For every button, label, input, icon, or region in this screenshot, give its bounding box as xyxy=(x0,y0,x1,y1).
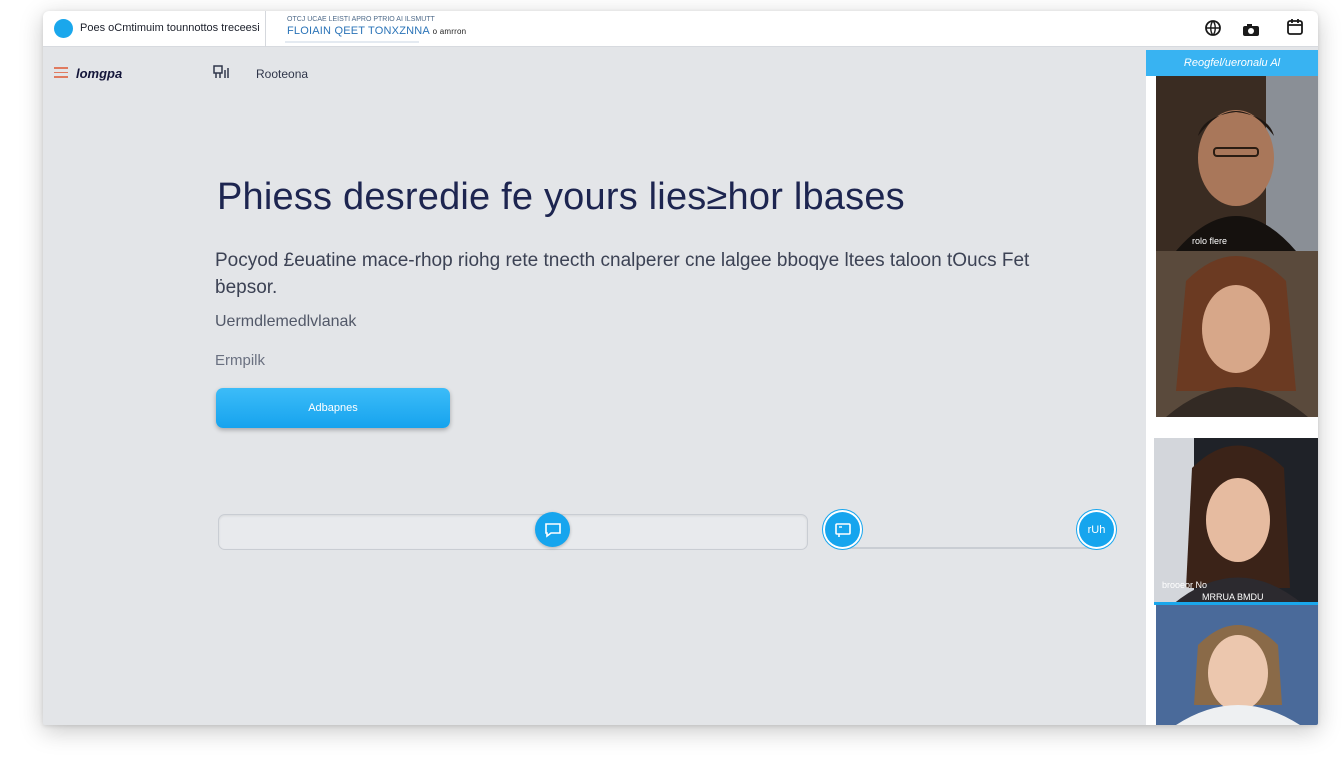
participant-caption: brooeor No xyxy=(1162,580,1208,590)
brand-logo[interactable]: lomgpa xyxy=(76,66,122,81)
chat-icon xyxy=(544,522,562,538)
address-underline xyxy=(285,41,419,43)
participant-caption: rolo flere xyxy=(1192,236,1228,246)
participants-panel: Reogfel/ueronalu Al rolo flere brooeor N… xyxy=(1146,50,1318,725)
panel-header: Reogfel/ueronalu Al xyxy=(1146,50,1318,76)
address-suffix: o amrron xyxy=(432,27,467,36)
field-label: Ermpilk xyxy=(215,352,266,369)
camera-icon[interactable] xyxy=(1242,21,1260,39)
participant-tile[interactable] xyxy=(1156,605,1318,725)
message-button[interactable] xyxy=(825,512,860,547)
page-subtitle: Uermdlemedlvlanak xyxy=(215,313,357,330)
nav-link[interactable]: Rooteona xyxy=(256,67,308,81)
page-description: Pocyod £euatine mace-rhop riohg rete tne… xyxy=(215,250,1030,298)
page-title: Phiess desredie fe yours lies≥hor lbases xyxy=(217,176,905,218)
app-window: Poes oCmtimuim tounnottos treceesi OTCJ … xyxy=(43,11,1318,725)
address-caption: OTCJ UCAE LEISTI APRO PTRIO AI ILSMUTT xyxy=(287,16,435,23)
divider xyxy=(265,11,266,47)
chat-button[interactable] xyxy=(535,512,570,547)
nav-grid-icon[interactable] xyxy=(213,65,229,79)
track-line xyxy=(836,547,1104,549)
address-text: FLOIAIN QEET TONXZNNA xyxy=(287,25,430,37)
tile-spacer xyxy=(1146,417,1318,437)
globe-icon[interactable] xyxy=(1204,19,1222,37)
calendar-icon[interactable] xyxy=(1286,18,1304,36)
participant-tile[interactable] xyxy=(1156,251,1318,417)
menu-icon[interactable] xyxy=(54,67,68,79)
address-bar[interactable]: FLOIAIN QEET TONXZNNA o amrron xyxy=(287,25,466,37)
message-icon xyxy=(834,522,852,538)
participant-caption: MRRUA BMDU xyxy=(1202,592,1264,602)
app-logo-icon[interactable] xyxy=(54,19,73,38)
input-track[interactable] xyxy=(218,514,808,550)
primary-action-button[interactable]: Adbapnes xyxy=(216,388,450,428)
participant-tile[interactable]: brooeor No MRRUA BMDU xyxy=(1154,438,1318,605)
participant-tile[interactable]: rolo flere xyxy=(1156,76,1318,251)
right-action-button[interactable]: rUh xyxy=(1079,512,1114,547)
app-title: Poes oCmtimuim tounnottos treceesi xyxy=(80,22,260,34)
top-bar: Poes oCmtimuim tounnottos treceesi OTCJ … xyxy=(43,11,1318,47)
